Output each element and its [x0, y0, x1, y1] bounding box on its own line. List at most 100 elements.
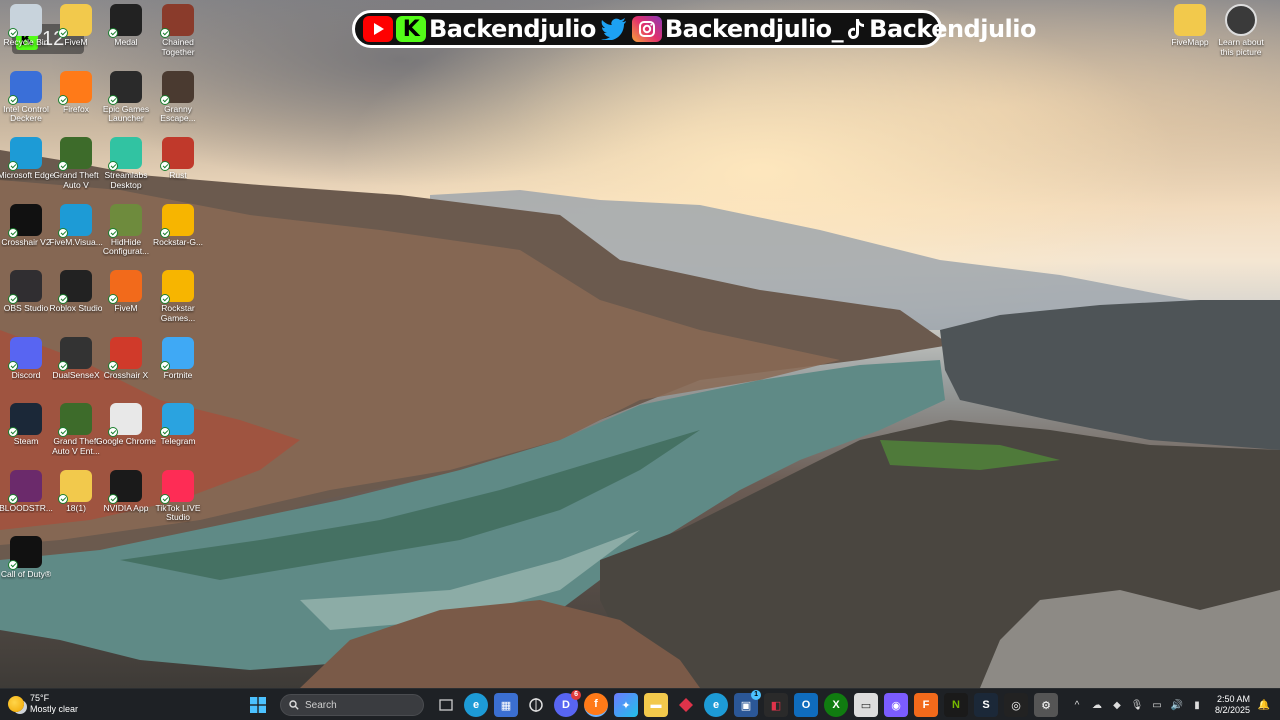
sync-check-icon — [108, 227, 118, 238]
nvidia-taskbar-icon[interactable]: N — [944, 693, 968, 717]
desktop-icon[interactable]: Chained Together — [148, 4, 208, 70]
weather-widget[interactable]: 75°F Mostly clear — [8, 693, 78, 715]
fivem-taskbar-icon[interactable]: F — [914, 693, 938, 717]
desktop-icon-label: Rockstar Games... — [160, 304, 196, 323]
dualsense-icon — [58, 336, 92, 371]
window-app-icon[interactable]: ▭ — [854, 693, 878, 717]
desktop-icon-label: Steam — [13, 437, 39, 446]
edge-taskbar-icon[interactable]: e — [464, 693, 488, 717]
sync-check-icon — [108, 493, 118, 504]
sync-check-icon — [160, 493, 170, 504]
copilot-icon[interactable]: ✦ — [614, 693, 638, 717]
desktop-icon-label: TikTok LIVE Studio — [155, 503, 201, 522]
desktop-icon-label: FiveMapp — [1171, 38, 1209, 47]
edge-beta-icon[interactable]: e — [704, 693, 728, 717]
settings-icon[interactable]: ⚙ — [1034, 693, 1058, 717]
desktop-icon-label: Rust — [169, 171, 187, 180]
desktop-icon-label: Fortnite — [163, 370, 193, 380]
desktop-icon[interactable]: TikTok LIVE Studio — [148, 469, 208, 536]
xbox-icon[interactable]: X — [824, 693, 848, 717]
desktop-icon-label: NVIDIA App — [103, 503, 149, 513]
cod-icon — [8, 536, 42, 570]
desktop-icon[interactable]: Rockstar-G... — [148, 203, 208, 270]
desktop-icon[interactable]: HidHide Configurat... — [96, 203, 156, 270]
steam-icon — [8, 403, 42, 437]
task-view-icon[interactable] — [434, 693, 458, 717]
desktop-icon[interactable]: Google Chrome — [96, 403, 156, 469]
desktop-icon-label: Call of Duty® — [0, 570, 52, 579]
obs-taskbar-icon[interactable]: ◎ — [1004, 693, 1028, 717]
desktop-icon-label: DualSenseX — [52, 370, 100, 380]
chevron-up-icon[interactable]: ^ — [1071, 699, 1083, 711]
sync-check-icon — [160, 360, 170, 371]
notification-bell-icon[interactable]: 🔔 — [1258, 699, 1270, 711]
youtube-icon — [363, 16, 393, 42]
desktop-icon-label: Recycle Bin — [3, 38, 49, 47]
nvidia-icon — [108, 469, 142, 504]
edge-icon — [58, 203, 92, 238]
desktop-icon[interactable]: Rockstar Games... — [148, 270, 208, 336]
file-explorer-icon[interactable]: ▬ — [644, 693, 668, 717]
firefox-taskbar-icon[interactable]: f — [584, 693, 608, 717]
sync-check-icon — [108, 360, 118, 371]
discord-taskbar-icon[interactable]: D 6 — [554, 690, 581, 717]
system-tray: ^ ☁ ◆ 🎙 ▭ 🔊 ▮ 2:50 AM 8/2/2025 🔔 — [1071, 689, 1271, 720]
microphone-icon[interactable]: 🎙 — [1131, 699, 1144, 711]
fortnite-icon — [160, 336, 194, 371]
desktop-icon-label: Epic Games Launcher — [102, 104, 150, 123]
desktop-icon-label: Telegram — [160, 437, 196, 446]
desktop-icon[interactable]: Epic Games Launcher — [96, 70, 156, 137]
intel-icon — [8, 70, 42, 105]
sync-check-icon — [8, 294, 18, 304]
instagram-handle: Backendjulio_ — [664, 15, 844, 43]
desktop-icon[interactable]: Granny Escape... — [148, 70, 208, 137]
clock[interactable]: 2:50 AM 8/2/2025 — [1215, 694, 1250, 716]
desktop-icon-label: Chained Together — [161, 38, 195, 57]
twitter-icon — [599, 16, 629, 42]
obs-icon — [8, 270, 42, 304]
desktop-icon[interactable]: Medal — [96, 4, 156, 70]
rockstar-icon — [160, 270, 194, 304]
battery-icon[interactable]: ▮ — [1191, 699, 1203, 711]
desktop-icon-label: Google Chrome — [96, 437, 156, 446]
widgets-icon[interactable]: ▦ — [494, 693, 518, 717]
sync-check-icon — [160, 427, 170, 437]
desktop-icon[interactable]: Call of Duty® — [0, 536, 56, 602]
network-icon[interactable]: ▭ — [1151, 699, 1163, 711]
desktop-icon-label: Crosshair V2 — [1, 237, 51, 247]
desktop-icon[interactable]: Fortnite — [148, 336, 208, 403]
sync-check-icon — [58, 360, 68, 371]
sync-check-icon — [58, 427, 68, 437]
volume-icon[interactable]: 🔊 — [1171, 699, 1183, 711]
desktop-icon-label: Granny Escape... — [160, 104, 196, 123]
start-button[interactable] — [246, 693, 270, 717]
desktop-icon[interactable]: FiveM — [96, 270, 156, 336]
shield-app-icon[interactable]: ◧ — [764, 693, 788, 717]
gamepad-icon[interactable]: ◉ — [884, 693, 908, 717]
youtube-handle: Backendjulio — [429, 15, 596, 43]
desktop-icon[interactable]: Learn about this picture — [1211, 4, 1271, 70]
app-notification-badge: 1 — [751, 690, 761, 700]
steam-taskbar-icon[interactable]: S — [974, 693, 998, 717]
sync-check-icon — [8, 94, 18, 105]
crosshair-taskbar-icon[interactable] — [524, 693, 548, 717]
desktop-icon[interactable]: Crosshair X — [96, 336, 156, 403]
desktop-icon[interactable]: Rust — [148, 137, 208, 203]
desktop-icon[interactable]: Telegram — [148, 403, 208, 469]
sync-check-icon — [108, 294, 118, 304]
desktop-icon[interactable]: Streamlabs Desktop — [96, 137, 156, 203]
game-icon — [160, 70, 194, 105]
rockstar-icon — [160, 203, 194, 238]
kick-icon: K — [396, 16, 426, 42]
onedrive-icon[interactable]: ☁ — [1091, 699, 1103, 711]
fivem-icon — [108, 270, 142, 304]
taskbar-search-box[interactable]: Search — [280, 694, 424, 716]
desktop-icon[interactable]: NVIDIA App — [96, 469, 156, 536]
desktop-icon-label: Firefox — [63, 104, 89, 114]
store-icon[interactable]: ▣ 1 — [734, 690, 761, 717]
crosshair-icon — [8, 203, 42, 238]
weather-icon — [8, 696, 24, 712]
outlook-icon[interactable]: O — [794, 693, 818, 717]
windows-security-icon[interactable]: ◆ — [1111, 699, 1123, 711]
app-diamond-icon[interactable] — [674, 693, 698, 717]
